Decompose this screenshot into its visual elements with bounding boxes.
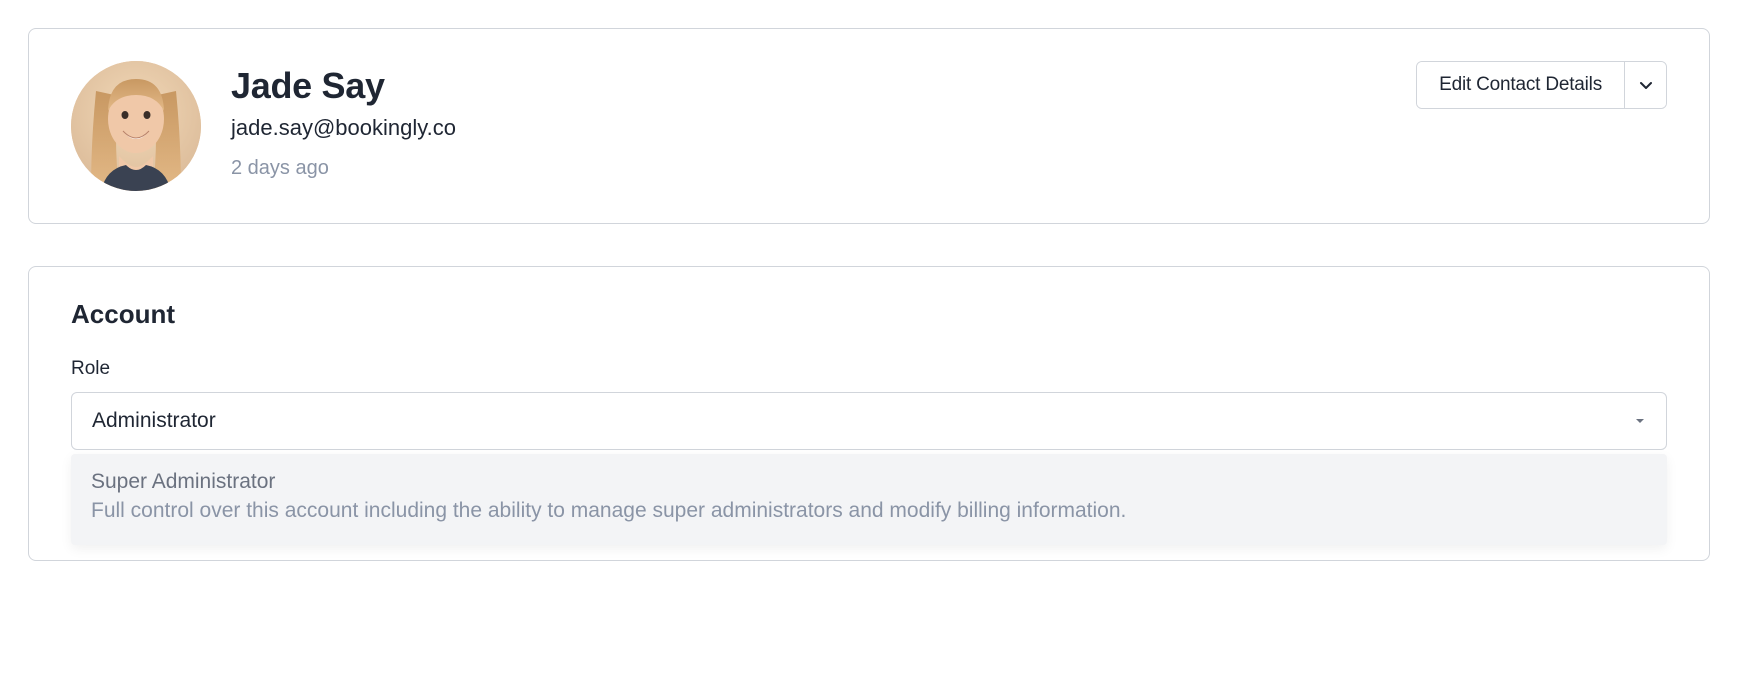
edit-contact-button-group: Edit Contact Details — [1416, 61, 1667, 109]
edit-contact-dropdown-toggle[interactable] — [1624, 62, 1666, 108]
avatar-image — [71, 61, 201, 191]
edit-contact-button[interactable]: Edit Contact Details — [1417, 62, 1624, 108]
role-select[interactable]: Administrator — [71, 392, 1667, 450]
profile-card: Jade Say jade.say@bookingly.co 2 days ag… — [28, 28, 1710, 224]
account-card: Account Role Administrator Super Adminis… — [28, 266, 1710, 561]
role-selected-value: Administrator — [92, 409, 216, 433]
account-section-title: Account — [71, 299, 1667, 330]
profile-info: Jade Say jade.say@bookingly.co 2 days ag… — [231, 61, 1386, 180]
profile-name: Jade Say — [231, 65, 1386, 107]
avatar — [71, 61, 201, 191]
chevron-down-icon — [1638, 77, 1654, 93]
role-field-label: Role — [71, 358, 1667, 380]
profile-last-active: 2 days ago — [231, 157, 1386, 180]
caret-down-icon — [1634, 409, 1646, 433]
role-option-title: Super Administrator — [91, 470, 1647, 494]
role-select-wrapper: Administrator Super Administrator Full c… — [71, 392, 1667, 450]
profile-row: Jade Say jade.say@bookingly.co 2 days ag… — [71, 61, 1667, 191]
profile-email: jade.say@bookingly.co — [231, 115, 1386, 141]
role-option-description: Full control over this account including… — [91, 496, 1647, 525]
role-dropdown: Super Administrator Full control over th… — [71, 454, 1667, 545]
role-option-super-administrator[interactable]: Super Administrator Full control over th… — [71, 454, 1667, 545]
